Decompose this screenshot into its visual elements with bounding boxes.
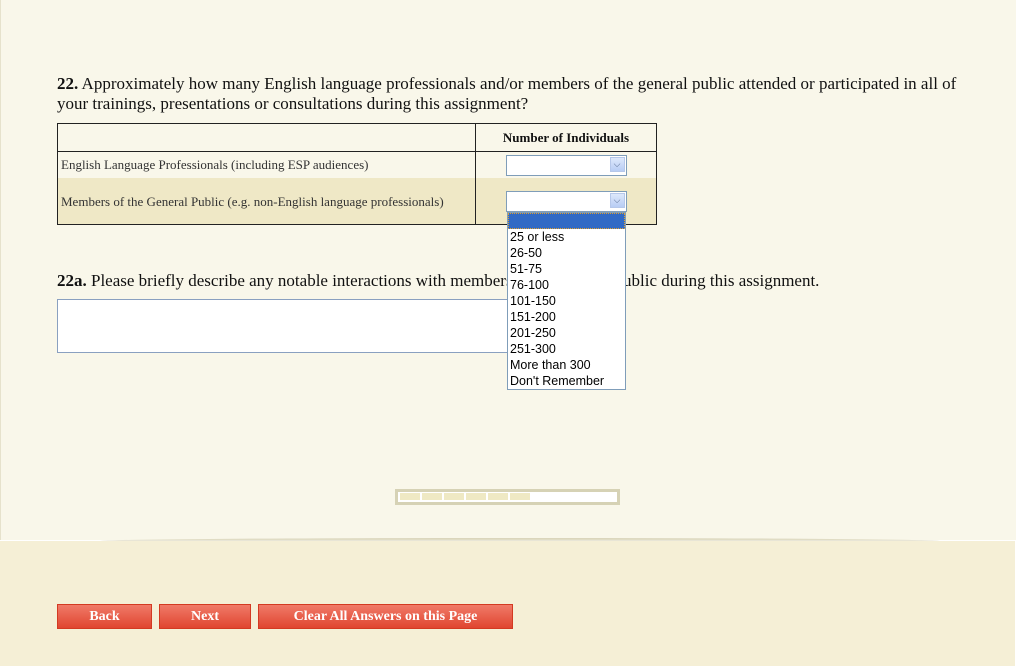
chevron-down-icon[interactable]: ⌵ <box>609 156 625 172</box>
dropdown-option[interactable]: Don't Remember <box>508 373 625 389</box>
progress-segment <box>488 493 508 500</box>
question-22-grid: Number of Individuals English Language P… <box>57 123 657 225</box>
dropdown-option[interactable]: 26-50 <box>508 245 625 261</box>
progress-segment <box>510 493 530 500</box>
dropdown-option[interactable]: 101-150 <box>508 293 625 309</box>
question-22: 22. Approximately how many English langu… <box>57 74 967 114</box>
dropdown-option[interactable]: 251-300 <box>508 341 625 357</box>
progress-segment <box>422 493 442 500</box>
progress-segment <box>466 493 486 500</box>
question-text: Approximately how many English language … <box>57 74 957 113</box>
general-public-select[interactable]: ⌵ <box>505 191 627 213</box>
question-number: 22. <box>57 74 79 93</box>
english-professionals-select[interactable]: ⌵ <box>505 154 627 176</box>
dropdown-option[interactable]: 25 or less <box>508 229 625 245</box>
progress-segment <box>400 493 420 500</box>
general-public-dropdown-list[interactable]: 25 or less 26-50 51-75 76-100 101-150 151-200… <box>507 212 626 390</box>
progress-segment <box>444 493 464 500</box>
table-row: English Language Professionals (includin… <box>57 151 657 178</box>
next-button[interactable]: Next <box>159 604 251 629</box>
column-header: Number of Individuals <box>475 123 657 152</box>
dropdown-option[interactable]: 76-100 <box>508 277 625 293</box>
dropdown-option[interactable] <box>508 213 625 229</box>
dropdown-option[interactable]: More than 300 <box>508 357 625 373</box>
row-label: Members of the General Public (e.g. non-… <box>57 178 476 225</box>
dropdown-option[interactable]: 201-250 <box>508 325 625 341</box>
progress-bar <box>395 489 620 505</box>
chevron-down-icon[interactable]: ⌵ <box>609 193 625 209</box>
dropdown-option[interactable]: 51-75 <box>508 261 625 277</box>
dropdown-option[interactable]: 151-200 <box>508 309 625 325</box>
empty-header <box>57 123 476 152</box>
row-label: English Language Professionals (includin… <box>57 151 476 178</box>
question-text: Please briefly describe any notable inte… <box>86 271 820 290</box>
window-edge <box>1016 0 1021 666</box>
question-number: 22a. <box>57 271 87 290</box>
back-button[interactable]: Back <box>57 604 152 629</box>
clear-answers-button[interactable]: Clear All Answers on this Page <box>258 604 513 629</box>
notable-interactions-textarea[interactable] <box>57 299 508 353</box>
